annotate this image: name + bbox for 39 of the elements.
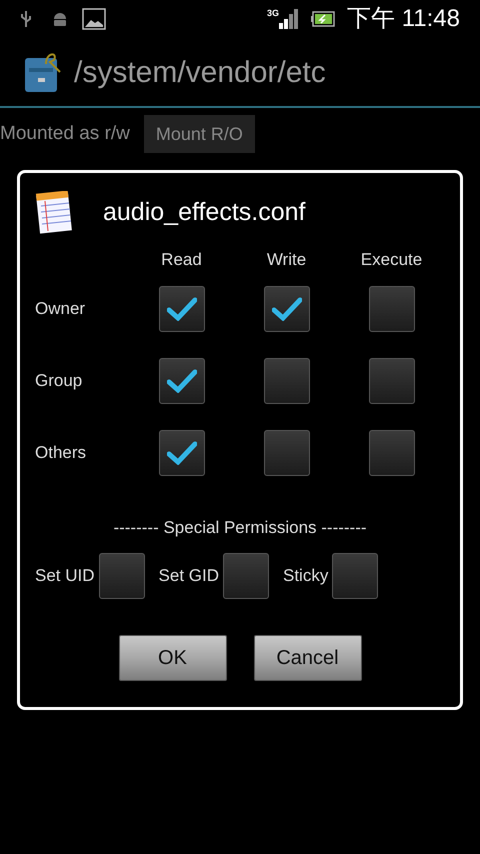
network-type: 3G	[267, 9, 280, 18]
row-label: Owner	[35, 299, 86, 318]
checkbox[interactable]	[332, 552, 378, 598]
row-label: Others	[35, 443, 86, 462]
checkbox[interactable]	[264, 286, 310, 332]
mount-button[interactable]: Mount R/O	[144, 115, 255, 153]
checkbox[interactable]	[158, 286, 204, 332]
special-permissions-heading: -------- Special Permissions --------	[113, 517, 367, 539]
checkmark-icon	[166, 297, 196, 321]
notepad-icon	[35, 191, 75, 235]
signal-icon	[279, 9, 300, 29]
checkbox[interactable]	[264, 358, 310, 404]
checkmark-icon	[166, 369, 196, 393]
special-permission-label: Set UID	[35, 564, 95, 587]
usb-icon	[20, 10, 32, 28]
row-label: Group	[35, 371, 82, 390]
checkbox[interactable]	[223, 552, 269, 598]
checkmark-icon	[166, 441, 196, 465]
checkmark-icon	[272, 297, 302, 321]
mount-status: Mounted as r/w	[0, 122, 130, 146]
column-heading: Write	[266, 249, 306, 272]
picture-icon	[82, 8, 106, 30]
checkbox[interactable]	[158, 358, 204, 404]
checkbox[interactable]	[368, 358, 414, 404]
checkbox[interactable]	[158, 430, 204, 476]
clock: 下午 11:48	[347, 4, 460, 34]
column-heading: Read	[161, 249, 202, 272]
checkbox[interactable]	[98, 552, 145, 598]
dialog-title: audio_effects.conf	[103, 197, 306, 228]
checkbox[interactable]	[264, 430, 310, 476]
battery-icon	[311, 11, 336, 27]
special-permission-label: Sticky	[283, 564, 328, 587]
special-permission-label: Set GID	[158, 564, 219, 587]
folder-path: /system/vendor/etc	[74, 54, 326, 90]
checkbox[interactable]	[368, 430, 414, 476]
ok-button[interactable]: OK	[118, 634, 226, 680]
checkbox[interactable]	[368, 286, 414, 332]
cancel-button[interactable]: Cancel	[254, 634, 362, 680]
column-heading: Execute	[360, 249, 422, 272]
